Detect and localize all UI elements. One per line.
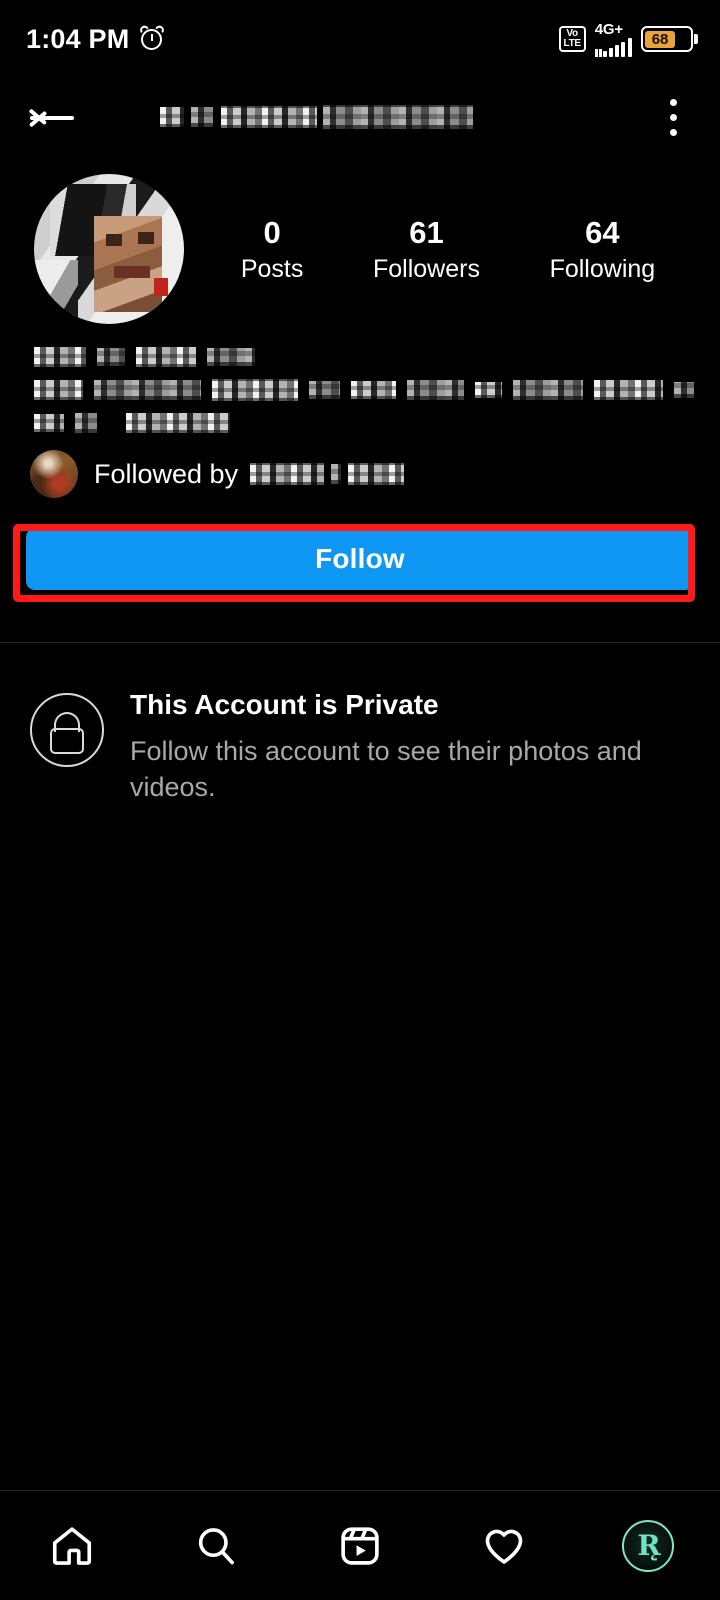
profile-avatar-icon: R̨ (622, 1519, 674, 1572)
redacted-username-block (323, 105, 473, 129)
followed-by-label: Followed by (94, 458, 239, 489)
avatar[interactable] (34, 174, 184, 324)
profile-monogram: R̨ (637, 1528, 660, 1562)
nav-profile[interactable]: R̨ (602, 1510, 694, 1582)
profile-bio (0, 324, 720, 434)
bio-line (34, 412, 694, 434)
lock-icon (30, 693, 104, 767)
profile-header (0, 78, 720, 156)
nav-reels[interactable] (314, 1510, 406, 1582)
posts-count: 0 (263, 214, 281, 250)
nav-activity[interactable] (458, 1510, 550, 1582)
private-account-notice: This Account is Private Follow this acco… (0, 643, 720, 805)
bio-line (34, 346, 694, 368)
posts-label: Posts (240, 254, 304, 283)
header-username (160, 105, 652, 129)
reels-icon (341, 1526, 379, 1565)
nav-search[interactable] (170, 1510, 262, 1582)
stat-followers[interactable]: 61 Followers (373, 217, 480, 282)
signal-bars-icon (602, 37, 632, 57)
stat-posts[interactable]: 0 Posts (241, 217, 304, 282)
bio-line (34, 379, 694, 401)
follow-button-label: Follow (315, 543, 405, 574)
network-indicator: 4G+ (594, 20, 632, 57)
instagram-profile-screen: 1:04 PM Vo LTE 4G+ 68 0 Posts 61 Followe… (0, 0, 720, 1600)
battery-percent-label: 68 (651, 30, 669, 48)
status-bar: 1:04 PM Vo LTE 4G+ 68 (0, 0, 720, 78)
redacted-username-block (191, 107, 213, 127)
bottom-navigation-bar: R̨ (0, 1490, 720, 1600)
battery-icon: 68 (640, 26, 698, 52)
follow-button-zone: Follow (0, 498, 720, 602)
followed-by-row[interactable]: Followed by (0, 434, 720, 498)
status-bar-left: 1:04 PM (26, 23, 167, 55)
followed-by-text: Followed by (94, 458, 405, 490)
redacted-mutual-username (250, 463, 405, 485)
volte-icon: Vo LTE (558, 26, 586, 52)
data-arrows-icon (594, 38, 602, 57)
home-icon (52, 1526, 92, 1565)
stat-following[interactable]: 64 Following (550, 217, 656, 282)
private-account-subtitle: Follow this account to see their photos … (130, 736, 642, 802)
status-bar-right: Vo LTE 4G+ 68 (558, 20, 698, 57)
mutual-follower-avatar[interactable] (30, 450, 78, 498)
volte-line-2: LTE (563, 38, 582, 49)
followers-label: Followers (372, 254, 480, 283)
status-bar-clock: 1:04 PM (26, 23, 130, 54)
profile-picture[interactable] (34, 174, 184, 324)
back-arrow-icon[interactable] (26, 95, 78, 139)
following-label: Following (549, 254, 656, 283)
private-account-text: This Account is Private Follow this acco… (130, 687, 680, 805)
three-dot-menu-icon[interactable] (652, 98, 694, 136)
followers-count: 61 (409, 214, 444, 250)
profile-stats: 0 Posts 61 Followers 64 Following (184, 217, 690, 282)
redacted-username-block (160, 107, 184, 127)
follow-button[interactable]: Follow (26, 528, 694, 590)
profile-summary-row: 0 Posts 61 Followers 64 Following (0, 156, 720, 324)
redacted-username-block (221, 106, 317, 128)
nav-home[interactable] (26, 1510, 118, 1582)
search-icon (198, 1527, 234, 1564)
private-account-title: This Account is Private (130, 689, 439, 720)
network-type-label: 4G+ (594, 20, 623, 38)
alarm-clock-icon (138, 23, 167, 52)
following-count: 64 (585, 214, 620, 250)
heart-icon (485, 1529, 523, 1564)
